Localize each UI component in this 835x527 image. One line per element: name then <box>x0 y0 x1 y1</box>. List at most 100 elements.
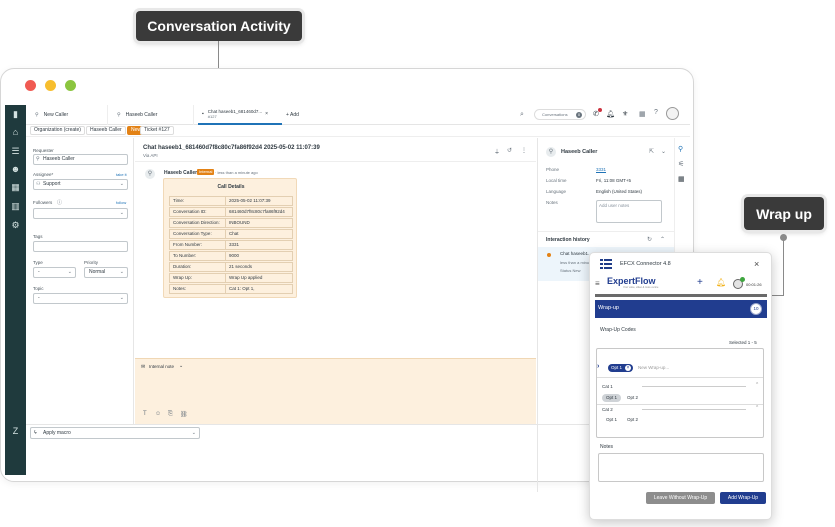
tabs-bar: ⚲ New Caller ⚲ Haseeb Caller ▪ Chat hase… <box>26 105 690 125</box>
selected-chip-label: Opt 1 <box>611 365 623 370</box>
wrap-notes-field[interactable] <box>598 453 764 482</box>
expand-arrow-icon[interactable]: › <box>597 363 599 370</box>
breadcrumb-ticket[interactable]: Ticket #127 <box>140 126 174 135</box>
avatar: ⚲ <box>546 147 556 157</box>
wrap-up-label: Wrap up <box>756 205 812 222</box>
apps-icon[interactable]: ▦ <box>678 175 685 183</box>
zendesk-bottom-icon[interactable]: Z <box>10 427 21 436</box>
priority-value: Normal <box>89 269 106 275</box>
wrap-up-search-input[interactable]: New Wrap-up... <box>638 365 669 370</box>
help-icon[interactable]: ? <box>654 109 658 116</box>
call-detail-key: Notes: <box>170 285 226 293</box>
customers-icon[interactable]: ☻ <box>10 165 21 174</box>
topic-select[interactable]: - ⌄ <box>33 293 128 304</box>
user-profile-icon[interactable]: ⚲ <box>678 145 683 153</box>
add-icon[interactable]: + <box>697 277 703 288</box>
expertflow-icon[interactable]: ⚜ <box>622 110 628 118</box>
open-external-icon[interactable]: ⇱ <box>649 148 654 155</box>
window-close-dot[interactable] <box>25 80 36 91</box>
call-detail-key: Time: <box>170 197 226 205</box>
emoji-icon[interactable]: ☺ <box>155 411 161 417</box>
topic-label: Topic <box>33 286 44 291</box>
chevron-up-icon[interactable]: ⌃ <box>660 236 665 243</box>
more-options-icon[interactable]: ⋮ <box>521 147 527 154</box>
phone-value[interactable]: 3331 <box>596 167 606 172</box>
user-icon: ⚲ <box>35 112 39 118</box>
take-it-link[interactable]: take it <box>116 172 127 177</box>
call-detail-row: Notes: Cat 1: Opt 1, <box>169 284 293 294</box>
follow-link[interactable]: follow <box>116 200 126 205</box>
internal-note-label: Internal note <box>149 364 175 369</box>
requester-field[interactable]: ⚲ Haseeb Caller <box>33 154 128 165</box>
tab-new-caller[interactable]: ⚲ New Caller <box>30 105 108 125</box>
home-icon[interactable]: ⌂ <box>10 128 21 137</box>
notes-label: Notes <box>546 200 558 205</box>
tab-haseeb-caller[interactable]: ⚲ Haseeb Caller <box>112 105 194 125</box>
tab-chat-ticket[interactable]: ▪ Chat haseeb1_681460d7... #127 × <box>198 105 282 125</box>
link-icon[interactable]: ⛓ <box>180 411 188 418</box>
selected-chip: Opt 1 × <box>608 364 634 372</box>
hamburger-menu-icon[interactable]: ≡ <box>595 279 600 288</box>
text-format-icon[interactable]: T <box>143 411 147 417</box>
zendesk-logo-icon[interactable]: ▮ <box>10 110 21 119</box>
call-detail-value: 681460d7f8c80c7fa86f92d4 <box>229 209 285 214</box>
cat2-option-1[interactable]: Opt 1 <box>602 416 622 424</box>
wrap-up-codes-label: Wrap-Up Codes <box>600 327 636 333</box>
chevron-up-icon[interactable]: ⌃ <box>755 405 759 411</box>
knowledge-icon[interactable]: ⚟ <box>678 160 684 168</box>
tags-label: Tags <box>33 234 43 239</box>
attachment-icon[interactable]: ⎘ <box>168 411 173 418</box>
topic-value: - <box>38 295 40 301</box>
apps-grid-icon[interactable]: ▦ <box>639 110 646 118</box>
wrap-up-selector: › Opt 1 × New Wrap-up... Cat 1 ⌃ Opt 1 O… <box>596 348 764 438</box>
type-select[interactable]: - ⌄ <box>33 267 76 278</box>
leave-without-wrap-up-button[interactable]: Leave Without Wrap-Up <box>646 492 715 504</box>
organizations-icon[interactable]: ▦ <box>10 183 21 192</box>
chevron-down-icon[interactable]: ⌄ <box>661 148 666 155</box>
assignee-field[interactable]: ⚇ Support ⌄ <box>33 179 128 190</box>
add-tab-label: + Add <box>286 112 299 118</box>
followers-field[interactable]: ⌄ <box>33 208 128 219</box>
search-icon[interactable]: ⌕ <box>520 111 524 119</box>
chip-close-icon[interactable]: × <box>625 365 632 371</box>
cat2-option-2[interactable]: Opt 2 <box>623 416 643 424</box>
apply-macro-select[interactable]: ϟ Apply macro ⌄ <box>30 427 200 439</box>
cat1-option-2[interactable]: Opt 2 <box>623 394 643 402</box>
info-icon: ⓘ <box>57 200 63 206</box>
add-tab-button[interactable]: + Add <box>286 105 310 125</box>
window-maximize-dot[interactable] <box>65 80 76 91</box>
breadcrumb-organization[interactable]: Organization (create) <box>30 126 85 135</box>
chevron-down-icon[interactable]: ⌄ <box>179 363 183 369</box>
internal-note-editor[interactable]: ✉ Internal note ⌄ T ☺ ⎘ ⛓ <box>135 358 536 424</box>
category-1-label: Cat 1 <box>602 384 613 389</box>
apply-macro-label: Apply macro <box>43 430 71 436</box>
add-wrap-up-button[interactable]: Add Wrap-Up <box>720 492 766 504</box>
avatar[interactable] <box>666 107 679 120</box>
conversations-label: Conversations <box>542 112 568 117</box>
internal-badge: Internal <box>197 169 215 175</box>
wrap-up-header-title: Wrap-up <box>598 305 619 311</box>
note-icon: ✉ <box>141 364 146 370</box>
views-icon[interactable]: ☰ <box>10 147 21 156</box>
close-icon[interactable]: × <box>265 111 268 117</box>
tags-field[interactable] <box>33 241 128 252</box>
conversations-button[interactable]: Conversations 0 <box>534 109 586 120</box>
message-author: Haseeb Caller <box>164 170 198 176</box>
user-notes-field[interactable]: Add user notes <box>596 200 662 223</box>
window-minimize-dot[interactable] <box>45 80 56 91</box>
filter-icon[interactable]: ⏚ <box>494 147 500 156</box>
refresh-icon[interactable]: ↻ <box>647 236 652 243</box>
call-detail-row: Time: 2025-05-02 11:07:39 <box>169 196 293 206</box>
admin-gear-icon[interactable]: ⚙ <box>10 221 21 230</box>
cat1-option-1[interactable]: Opt 1 <box>602 394 622 402</box>
bell-icon[interactable]: 🔔︎ <box>606 110 615 118</box>
call-detail-row: Duration: 21 seconds <box>169 262 293 272</box>
bell-icon[interactable]: 🔔︎ <box>716 278 726 287</box>
assignee-label: Assignee* <box>33 172 54 177</box>
priority-select[interactable]: Normal ⌄ <box>84 267 128 278</box>
chevron-up-icon[interactable]: ⌃ <box>755 382 759 388</box>
history-icon[interactable]: ↺ <box>507 147 512 154</box>
reporting-icon[interactable]: ▥ <box>10 202 21 211</box>
breadcrumb-requester[interactable]: Haseeb Caller <box>86 126 126 135</box>
close-icon[interactable]: × <box>754 259 759 269</box>
